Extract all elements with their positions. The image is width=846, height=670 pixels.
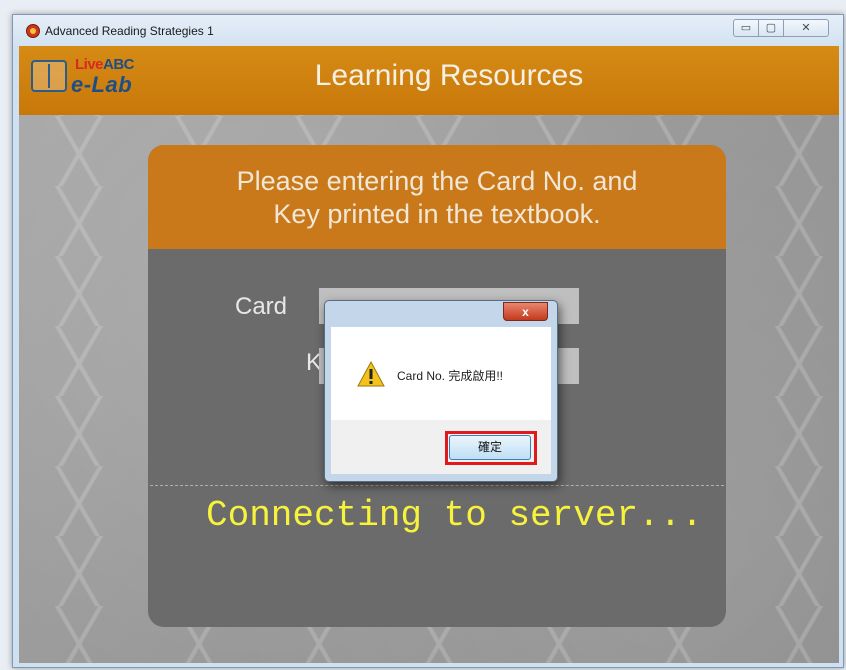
close-button[interactable]: ✕	[784, 19, 829, 37]
dialog-message: Card No. 完成啟用!!	[397, 369, 504, 383]
dialog-close-button[interactable]: x	[503, 302, 548, 321]
panel-header: Please entering the Card No. and Key pri…	[148, 145, 726, 249]
card-no-label: Card	[235, 293, 288, 320]
highlight-box	[445, 431, 537, 465]
maximize-button[interactable]: ▢	[759, 19, 784, 37]
instruction-text: Please entering the Card No. and Key pri…	[236, 166, 638, 229]
app-window: Advanced Reading Strategies 1 ▭ ▢ ✕ Live…	[12, 14, 844, 668]
connection-status: Connecting to server...	[206, 495, 703, 536]
page-title: Learning Resources	[314, 59, 584, 92]
app-icon	[26, 24, 40, 38]
app-header: LiveABC e-Lab Learning Resources	[19, 46, 839, 115]
minimize-button[interactable]: ▭	[733, 19, 759, 37]
app-client-area: LiveABC e-Lab Learning Resources Please …	[19, 46, 839, 663]
window-titlebar[interactable]: Advanced Reading Strategies 1 ▭ ▢ ✕	[13, 15, 843, 46]
dialog-titlebar[interactable]: x	[325, 301, 557, 327]
warning-icon	[357, 361, 385, 387]
divider	[150, 485, 724, 486]
dialog-body: Card No. 完成啟用!!	[331, 327, 551, 420]
message-dialog: x Card No. 完成啟用!! 確定	[324, 300, 558, 482]
window-title: Advanced Reading Strategies 1	[45, 24, 214, 38]
dialog-footer: 確定	[331, 420, 551, 474]
